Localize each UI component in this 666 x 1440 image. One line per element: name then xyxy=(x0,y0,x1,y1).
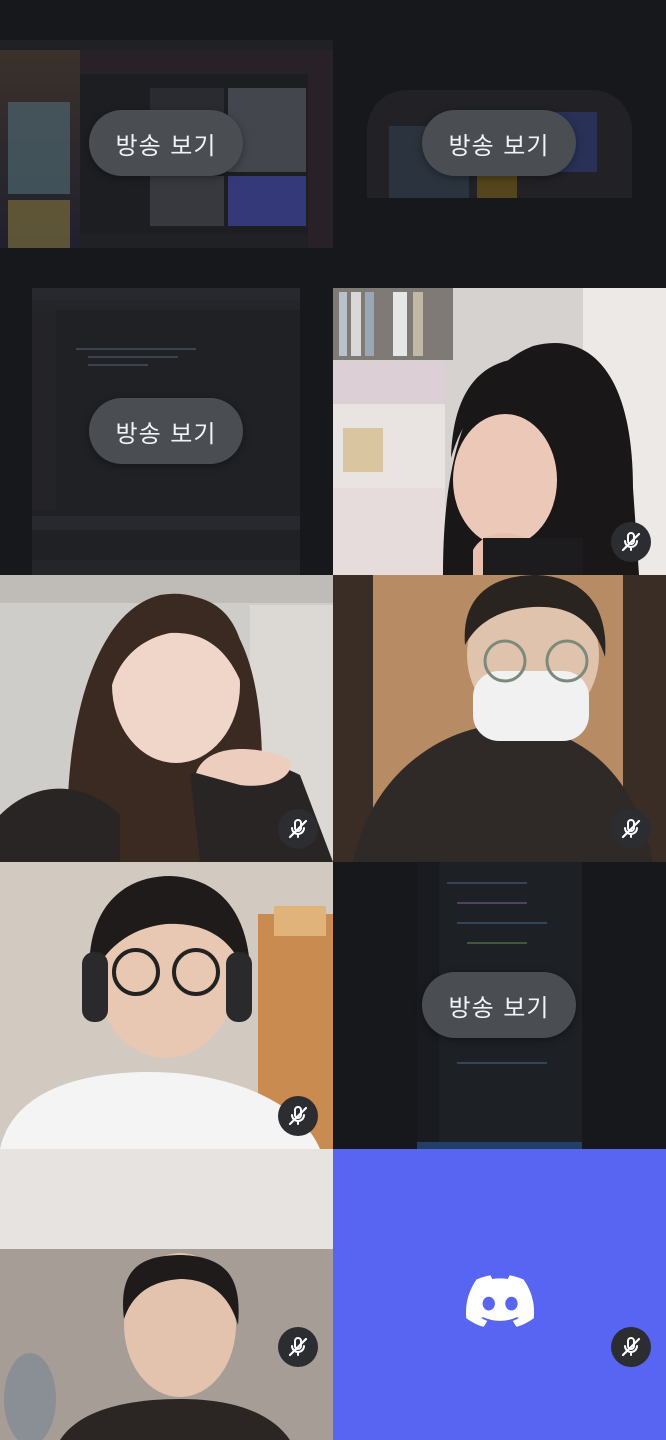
microphone-slash-icon xyxy=(278,1096,318,1136)
microphone-slash-icon xyxy=(611,809,651,849)
watch-stream-button[interactable]: 방송 보기 xyxy=(422,110,576,176)
microphone-slash-icon xyxy=(278,809,318,849)
participant-camera-tile-3[interactable] xyxy=(333,575,666,862)
participant-camera-tile-1[interactable] xyxy=(333,288,666,575)
screen-share-tile-4[interactable]: 방송 보기 xyxy=(333,862,666,1149)
microphone-slash-icon xyxy=(278,1327,318,1367)
participant-video xyxy=(0,1149,333,1440)
watch-stream-button[interactable]: 방송 보기 xyxy=(89,398,243,464)
microphone-slash-icon xyxy=(611,522,651,562)
watch-stream-button[interactable]: 방송 보기 xyxy=(422,972,576,1038)
participant-camera-tile-5[interactable] xyxy=(0,1149,333,1440)
screen-share-tile-1[interactable]: 방송 보기 xyxy=(0,0,333,288)
screen-share-tile-3[interactable]: 방송 보기 xyxy=(0,288,333,575)
participant-avatar-tile[interactable] xyxy=(333,1149,666,1440)
microphone-slash-icon xyxy=(611,1327,651,1367)
watch-stream-button[interactable]: 방송 보기 xyxy=(89,110,243,176)
discord-logo-icon xyxy=(465,1275,535,1327)
screen-share-tile-2[interactable]: 방송 보기 xyxy=(333,0,666,288)
participant-camera-tile-4[interactable] xyxy=(0,862,333,1149)
participant-camera-tile-2[interactable] xyxy=(0,575,333,862)
